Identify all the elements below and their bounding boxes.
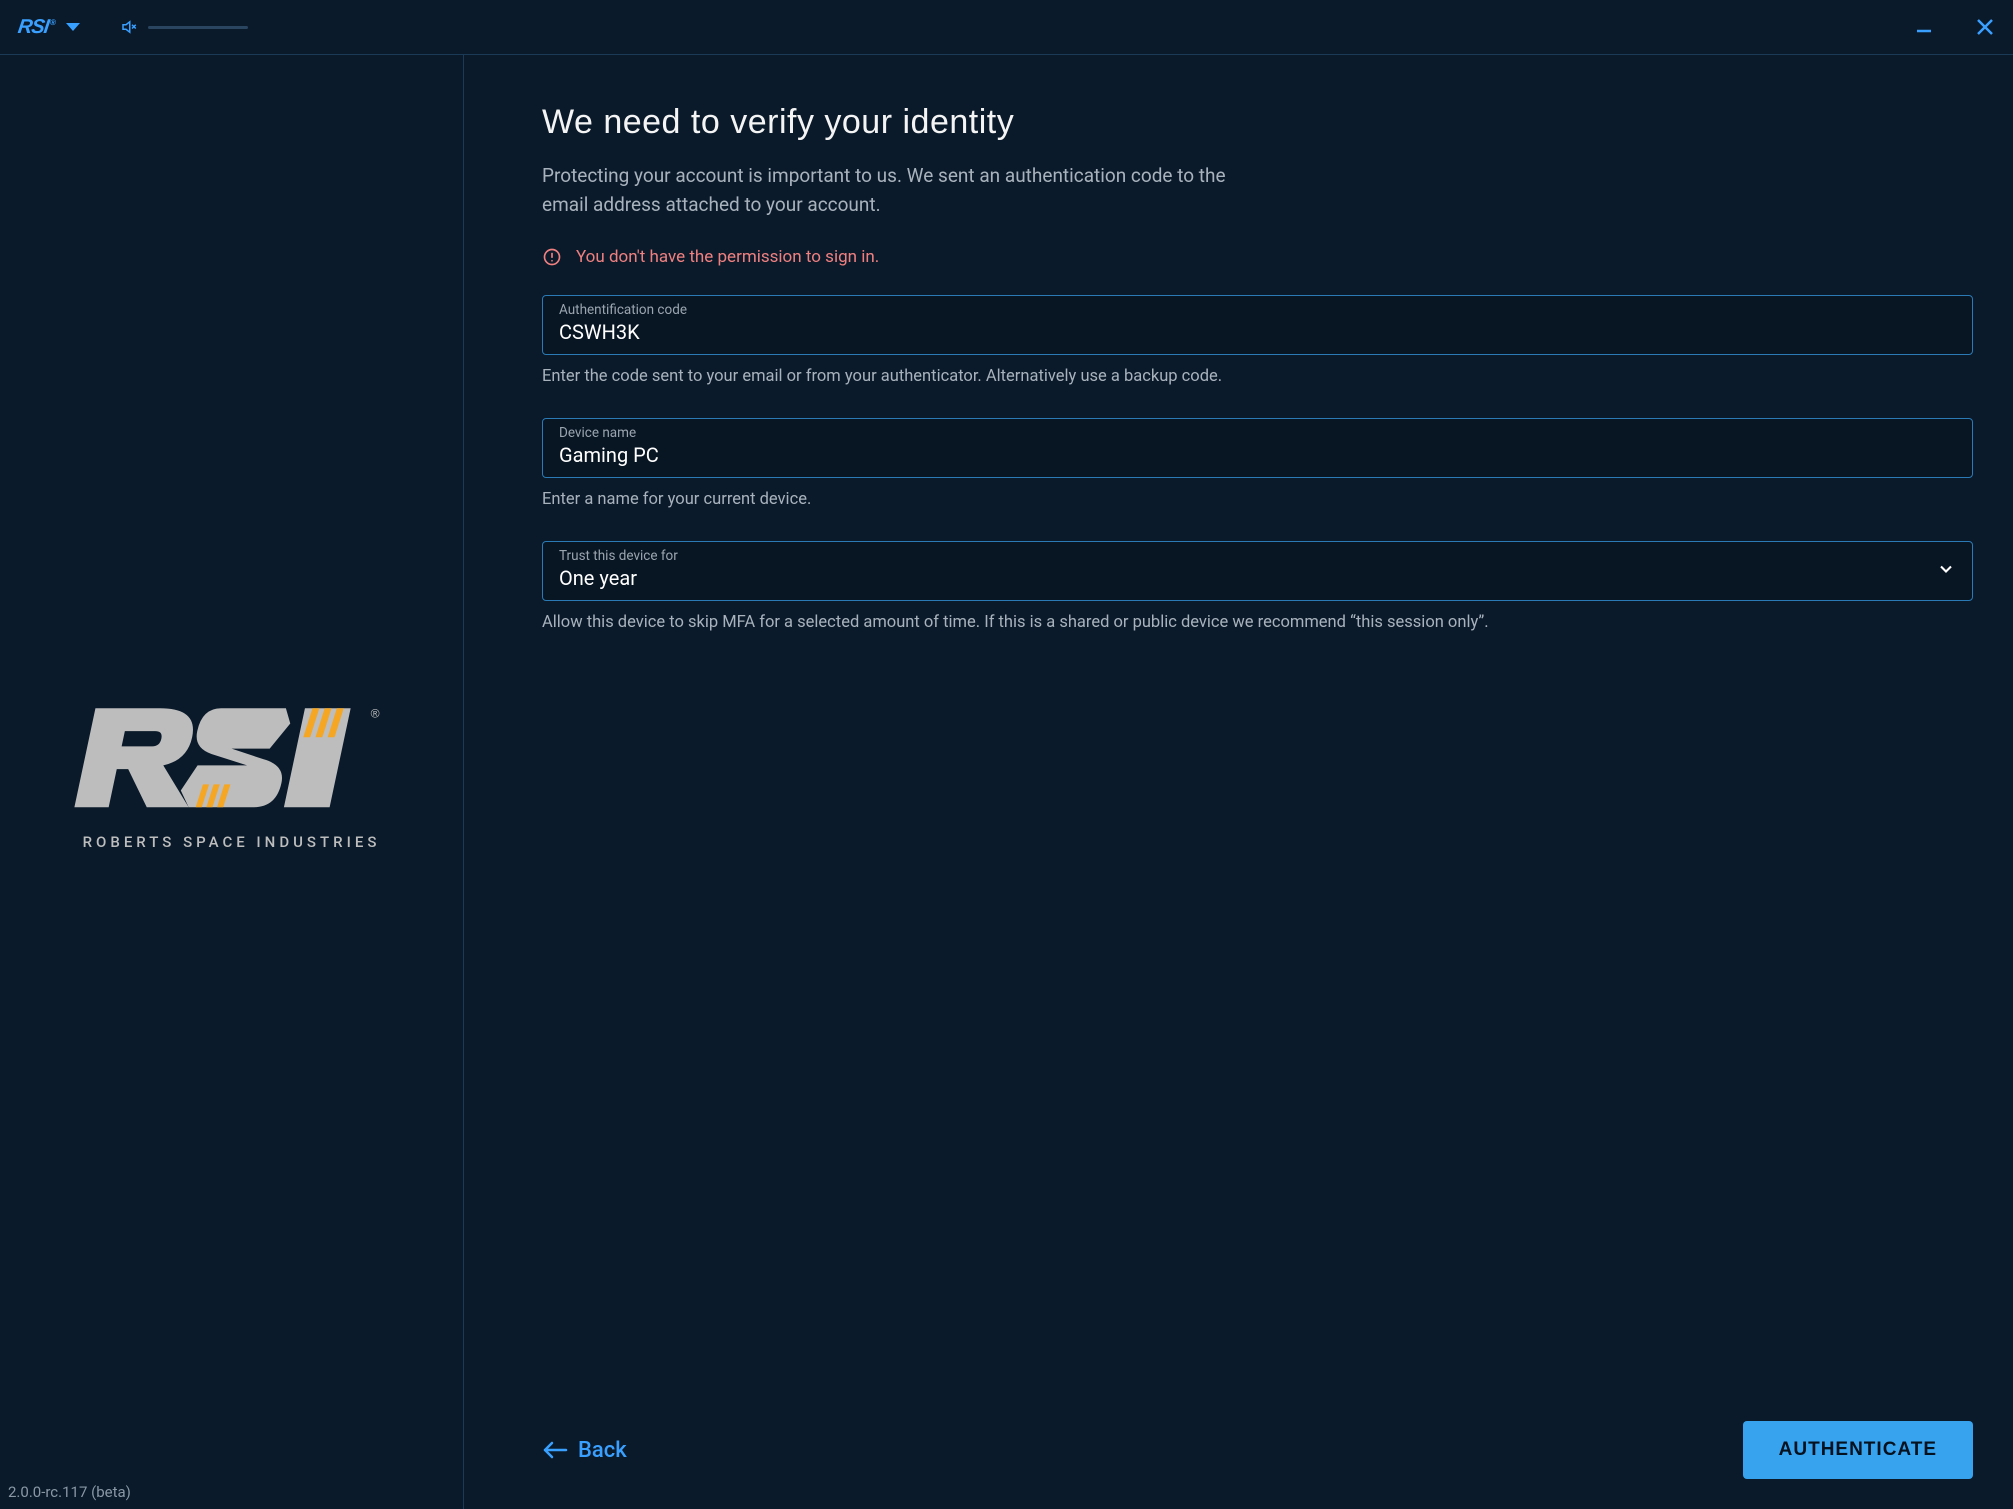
error-message: You don't have the permission to sign in… xyxy=(576,247,879,267)
page-title: We need to verify your identity xyxy=(542,103,1973,142)
device-name-input[interactable] xyxy=(559,441,1956,469)
svg-text:®: ® xyxy=(370,707,379,721)
window-controls xyxy=(1915,17,1995,37)
brand-logo: ® ROBERTS SPACE INDUSTRIES xyxy=(72,693,392,851)
device-name-field-wrap: Device name xyxy=(542,418,1973,478)
auth-code-input[interactable] xyxy=(559,318,1956,346)
minimize-button[interactable] xyxy=(1915,17,1935,37)
arrow-left-icon xyxy=(542,1440,568,1460)
device-name-help: Enter a name for your current device. xyxy=(542,488,1973,513)
titlebar-left: RSI xyxy=(18,16,248,39)
alert-icon xyxy=(542,247,562,267)
auth-code-help: Enter the code sent to your email or fro… xyxy=(542,365,1973,390)
back-label: Back xyxy=(578,1438,627,1463)
left-pane: ® ROBERTS SPACE INDUSTRIES 2.0.0-rc.117 … xyxy=(0,55,464,1509)
page-subtitle: Protecting your account is important to … xyxy=(542,162,1242,219)
authenticate-button[interactable]: AUTHENTICATE xyxy=(1743,1421,1973,1479)
auth-code-field-wrap: Authentification code xyxy=(542,295,1973,355)
titlebar: RSI xyxy=(0,0,2013,55)
trust-duration-select[interactable]: Trust this device for One year xyxy=(542,541,1973,601)
version-label: 2.0.0-rc.117 (beta) xyxy=(8,1483,131,1501)
trust-duration-help: Allow this device to skip MFA for a sele… xyxy=(542,611,1973,636)
main-split: ® ROBERTS SPACE INDUSTRIES 2.0.0-rc.117 … xyxy=(0,55,2013,1509)
brand-mini: RSI xyxy=(16,16,55,39)
actions-row: Back AUTHENTICATE xyxy=(542,1401,1973,1479)
rsi-logo-icon: ® xyxy=(72,693,392,823)
close-button[interactable] xyxy=(1975,17,1995,37)
right-pane: We need to verify your identity Protecti… xyxy=(464,55,2013,1509)
volume-slider[interactable] xyxy=(148,26,248,29)
volume-control xyxy=(120,18,248,36)
app-window: RSI xyxy=(0,0,2013,1509)
auth-code-label: Authentification code xyxy=(559,302,1956,318)
menu-dropdown-icon[interactable] xyxy=(66,23,80,31)
device-name-label: Device name xyxy=(559,425,1956,441)
volume-mute-icon[interactable] xyxy=(120,18,138,36)
trust-duration-value: One year xyxy=(559,564,1956,592)
trust-duration-label: Trust this device for xyxy=(559,548,1956,564)
brand-tagline: ROBERTS SPACE INDUSTRIES xyxy=(72,833,392,851)
error-banner: You don't have the permission to sign in… xyxy=(542,247,1973,267)
back-button[interactable]: Back xyxy=(542,1438,627,1463)
chevron-down-icon xyxy=(1936,559,1956,583)
